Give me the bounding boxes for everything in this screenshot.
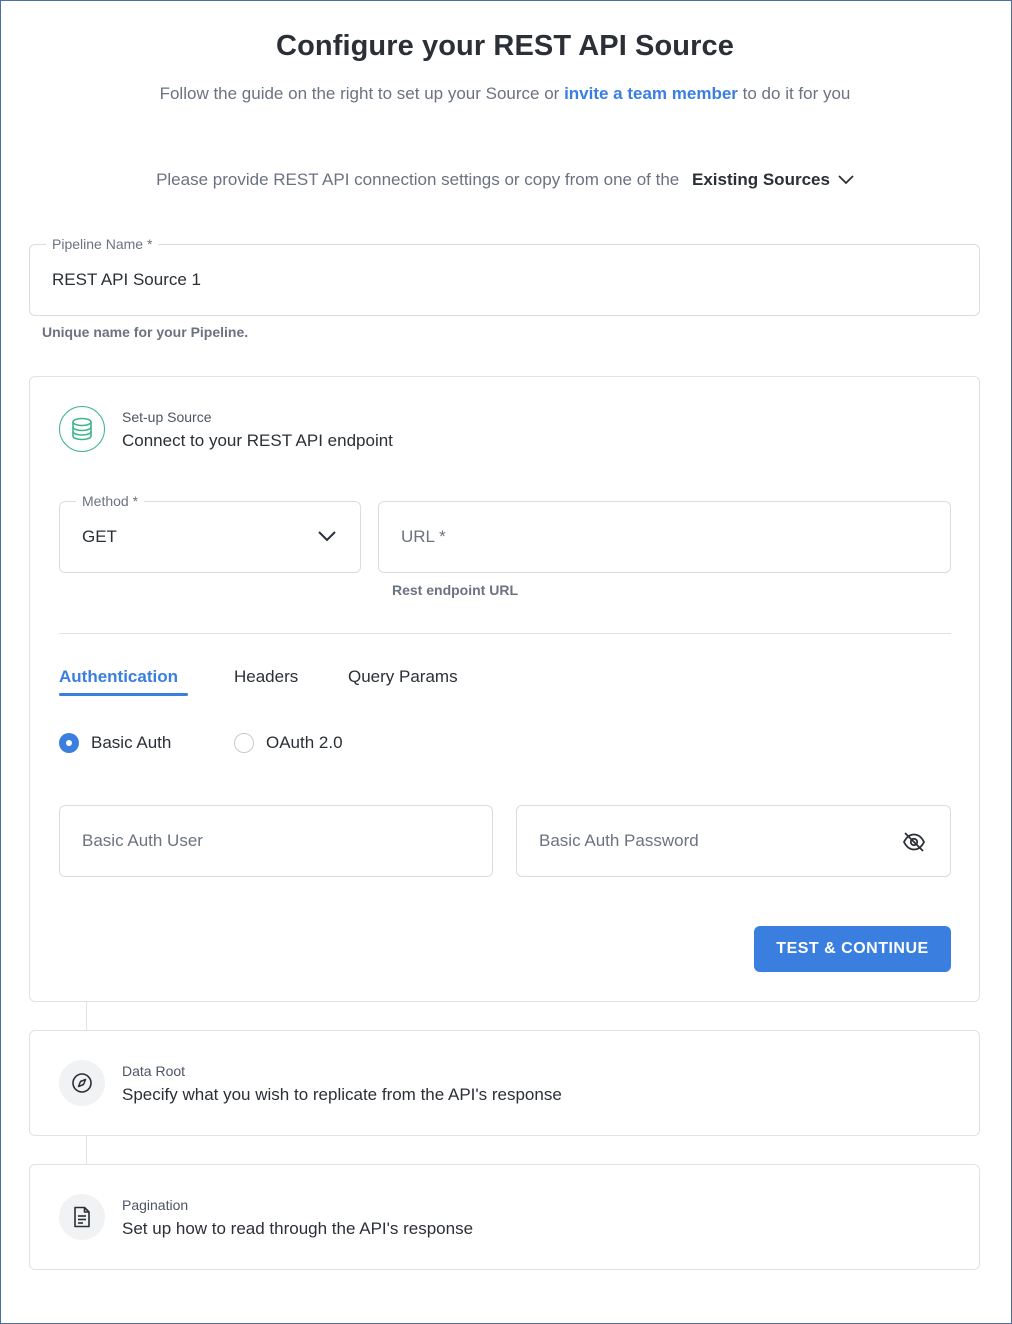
- radio-basic-auth[interactable]: Basic Auth: [59, 733, 171, 753]
- active-tab-underline: [59, 693, 188, 696]
- tab-headers[interactable]: Headers: [234, 667, 298, 687]
- chevron-down-icon: [838, 175, 854, 185]
- pipeline-name-value[interactable]: REST API Source 1: [52, 270, 201, 290]
- pipeline-name-hint: Unique name for your Pipeline.: [42, 324, 249, 340]
- pagination-title: Set up how to read through the API's res…: [122, 1219, 474, 1238]
- tab-authentication[interactable]: Authentication: [59, 667, 178, 687]
- url-hint: Rest endpoint URL: [392, 582, 518, 598]
- pipeline-name-field[interactable]: Pipeline Name * REST API Source 1: [29, 236, 980, 316]
- radio-unselected-indicator: [234, 733, 254, 753]
- existing-sources-row: Please provide REST API connection setti…: [0, 170, 1010, 190]
- pipeline-name-label: Pipeline Name *: [46, 236, 159, 252]
- step-connector: [86, 1002, 87, 1030]
- pagination-card[interactable]: Pagination Set up how to read through th…: [29, 1164, 980, 1270]
- existing-sources-label: Existing Sources: [692, 170, 830, 189]
- radio-basic-auth-label: Basic Auth: [91, 733, 172, 752]
- subtitle-prefix: Follow the guide on the right to set up …: [159, 84, 560, 103]
- existing-sources-prompt: Please provide REST API connection setti…: [156, 170, 680, 189]
- subtitle-suffix: to do it for you: [742, 84, 851, 103]
- tab-query-params[interactable]: Query Params: [348, 667, 458, 687]
- setup-step-label: Set-up Source: [122, 409, 212, 425]
- basic-auth-user-placeholder: Basic Auth User: [82, 831, 203, 850]
- radio-selected-indicator: [59, 733, 79, 753]
- data-root-label: Data Root: [122, 1063, 186, 1079]
- compass-icon: [59, 1060, 105, 1106]
- data-root-card[interactable]: Data Root Specify what you wish to repli…: [29, 1030, 980, 1136]
- test-continue-button[interactable]: TEST & CONTINUE: [754, 926, 951, 972]
- database-icon: [59, 406, 105, 452]
- method-value: GET: [82, 527, 117, 546]
- basic-auth-password-input[interactable]: Basic Auth Password: [516, 805, 951, 877]
- chevron-down-icon: [318, 531, 336, 542]
- radio-oauth-label: OAuth 2.0: [266, 733, 343, 752]
- setup-source-card: Set-up Source Connect to your REST API e…: [29, 376, 980, 1002]
- basic-auth-user-input[interactable]: Basic Auth User: [59, 805, 493, 877]
- page-title: Configure your REST API Source: [276, 30, 734, 62]
- setup-step-title: Connect to your REST API endpoint: [122, 431, 393, 450]
- section-divider: [59, 633, 951, 634]
- document-icon: [59, 1194, 105, 1240]
- step-connector: [86, 1136, 87, 1164]
- url-input[interactable]: URL *: [378, 501, 951, 573]
- method-select[interactable]: Method * GET: [59, 493, 361, 573]
- method-label: Method *: [76, 493, 145, 509]
- existing-sources-dropdown[interactable]: Existing Sources: [692, 170, 854, 190]
- data-root-title: Specify what you wish to replicate from …: [122, 1085, 562, 1104]
- pagination-label: Pagination: [122, 1197, 189, 1213]
- url-placeholder: URL *: [401, 527, 446, 546]
- eye-off-icon[interactable]: [902, 831, 926, 853]
- page-subtitle: Follow the guide on the right to set up …: [0, 84, 1010, 104]
- basic-auth-password-placeholder: Basic Auth Password: [539, 831, 699, 850]
- radio-oauth[interactable]: OAuth 2.0: [234, 733, 343, 753]
- invite-team-member-link[interactable]: invite a team member: [564, 84, 738, 103]
